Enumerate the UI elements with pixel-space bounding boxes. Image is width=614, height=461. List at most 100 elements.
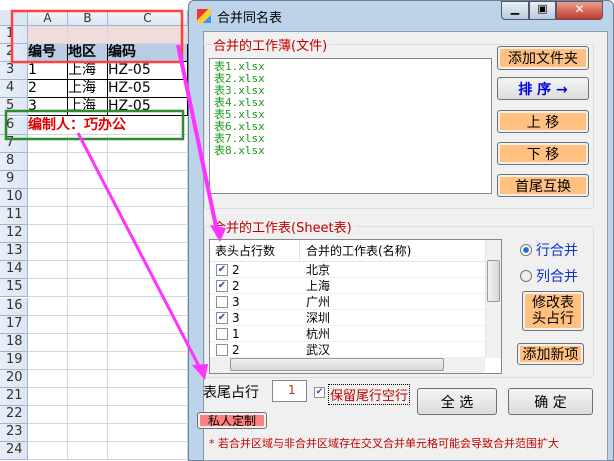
row-header[interactable]: 3 [0, 62, 28, 81]
cell[interactable] [108, 207, 188, 226]
cell[interactable] [68, 297, 108, 316]
cell[interactable] [108, 424, 188, 443]
row-header[interactable]: 17 [0, 315, 28, 334]
col-header-a[interactable]: A [28, 10, 68, 26]
data-cell[interactable]: 上海 [68, 98, 108, 117]
sheet-list-row[interactable]: ✔ 2 上海 [210, 278, 485, 294]
col-header-c[interactable]: C [108, 10, 188, 26]
cell[interactable] [108, 297, 188, 316]
keep-blank-checkbox[interactable]: ✔ [314, 387, 325, 398]
cell[interactable] [28, 207, 68, 226]
cell[interactable] [28, 225, 68, 244]
row-header[interactable]: 4 [0, 80, 28, 99]
cell[interactable] [108, 315, 188, 334]
move-down-button[interactable]: 下 移 [497, 142, 589, 165]
cell[interactable] [108, 351, 188, 370]
header-cell[interactable]: 编号 [28, 44, 68, 63]
cell[interactable] [28, 188, 68, 207]
cell[interactable] [108, 170, 188, 189]
row-header[interactable]: 7 [0, 134, 28, 153]
row-header[interactable]: 21 [0, 388, 28, 407]
cell[interactable] [108, 388, 188, 407]
cell[interactable] [28, 297, 68, 316]
radio-col-merge[interactable]: 列合并 [520, 266, 578, 286]
vertical-scrollbar[interactable] [485, 240, 501, 358]
cell[interactable] [28, 170, 68, 189]
row-header[interactable]: 15 [0, 279, 28, 298]
row-header[interactable]: 20 [0, 369, 28, 388]
cell[interactable] [108, 369, 188, 388]
sheet-list-row[interactable]: ✔ 3 深圳 [210, 310, 485, 326]
cell[interactable] [68, 170, 108, 189]
cell[interactable] [68, 207, 108, 226]
cell[interactable] [68, 333, 108, 352]
cell[interactable] [68, 424, 108, 443]
cell[interactable] [28, 243, 68, 262]
file-list[interactable]: 表1.xlsx 表2.xlsx 表3.xlsx 表4.xlsx 表5.xlsx 表6.xl… [209, 58, 492, 194]
row-header[interactable]: 11 [0, 207, 28, 226]
cell[interactable] [28, 134, 68, 153]
row-header[interactable]: 2 [0, 44, 28, 63]
cell[interactable] [28, 406, 68, 425]
cell[interactable] [68, 406, 108, 425]
ok-button[interactable]: 确 定 [508, 388, 593, 415]
cell[interactable] [28, 351, 68, 370]
column-header-name[interactable]: 合并的工作表(名称) [300, 240, 411, 261]
cell[interactable] [68, 315, 108, 334]
cell[interactable] [68, 388, 108, 407]
select-all-corner[interactable] [0, 10, 28, 26]
vertical-scroll-thumb[interactable] [487, 260, 500, 302]
row-header[interactable]: 22 [0, 406, 28, 425]
cell[interactable] [108, 225, 188, 244]
cell[interactable] [28, 333, 68, 352]
row-header[interactable]: 5 [0, 98, 28, 117]
row-header[interactable]: 24 [0, 442, 28, 461]
row-header[interactable]: 16 [0, 297, 28, 316]
cell[interactable] [28, 424, 68, 443]
row-header[interactable]: 14 [0, 261, 28, 280]
cell[interactable] [68, 279, 108, 298]
row-header[interactable]: 13 [0, 243, 28, 262]
close-button[interactable]: ✕ [556, 1, 603, 20]
keep-blank-label[interactable]: 保留尾行空行 [328, 384, 411, 405]
sort-button[interactable]: 排 序 → [497, 77, 589, 100]
data-cell[interactable]: 1 [28, 62, 68, 81]
cell[interactable] [108, 442, 188, 461]
maximize-button[interactable]: ▣ [529, 1, 556, 20]
row-header[interactable]: 6 [0, 116, 28, 135]
cell[interactable] [68, 152, 108, 171]
cell[interactable] [108, 26, 188, 45]
checkbox-checked[interactable]: ✔ [216, 280, 228, 292]
swap-first-last-button[interactable]: 首尾互换 [497, 174, 589, 197]
cell[interactable] [68, 243, 108, 262]
horizontal-scrollbar[interactable] [210, 357, 485, 373]
data-cell[interactable]: 上海 [68, 62, 108, 81]
horizontal-scroll-thumb[interactable] [230, 358, 444, 371]
cell[interactable] [108, 188, 188, 207]
radio-row-merge[interactable]: 行合并 [520, 240, 578, 260]
sheet-list-row[interactable]: 1 杭州 [210, 326, 485, 342]
cell[interactable] [108, 333, 188, 352]
row-header[interactable]: 23 [0, 424, 28, 443]
cell[interactable] [108, 243, 188, 262]
file-list-item[interactable]: 表8.xlsx [214, 145, 487, 157]
add-item-button[interactable]: 添加新项 [517, 343, 584, 365]
cell[interactable] [108, 406, 188, 425]
cell[interactable] [68, 225, 108, 244]
cell[interactable] [68, 442, 108, 461]
cell[interactable] [68, 26, 108, 45]
cell[interactable] [108, 134, 188, 153]
data-cell[interactable]: HZ-05 [108, 98, 188, 117]
row-header[interactable]: 10 [0, 188, 28, 207]
modify-header-rows-button[interactable]: 修改表头占行 [522, 291, 584, 331]
checkbox-checked[interactable]: ✔ [216, 264, 228, 276]
select-all-button[interactable]: 全 选 [417, 388, 497, 415]
cell[interactable] [28, 315, 68, 334]
row-header[interactable]: 9 [0, 170, 28, 189]
data-cell[interactable]: HZ-05 [108, 80, 188, 99]
cell[interactable] [28, 388, 68, 407]
sheet-list-row[interactable]: ✔ 2 北京 [210, 262, 485, 278]
footer-cell[interactable]: 编制人：巧办公 [28, 116, 188, 135]
move-up-button[interactable]: 上 移 [497, 110, 589, 133]
checkbox-unchecked[interactable] [216, 344, 228, 356]
